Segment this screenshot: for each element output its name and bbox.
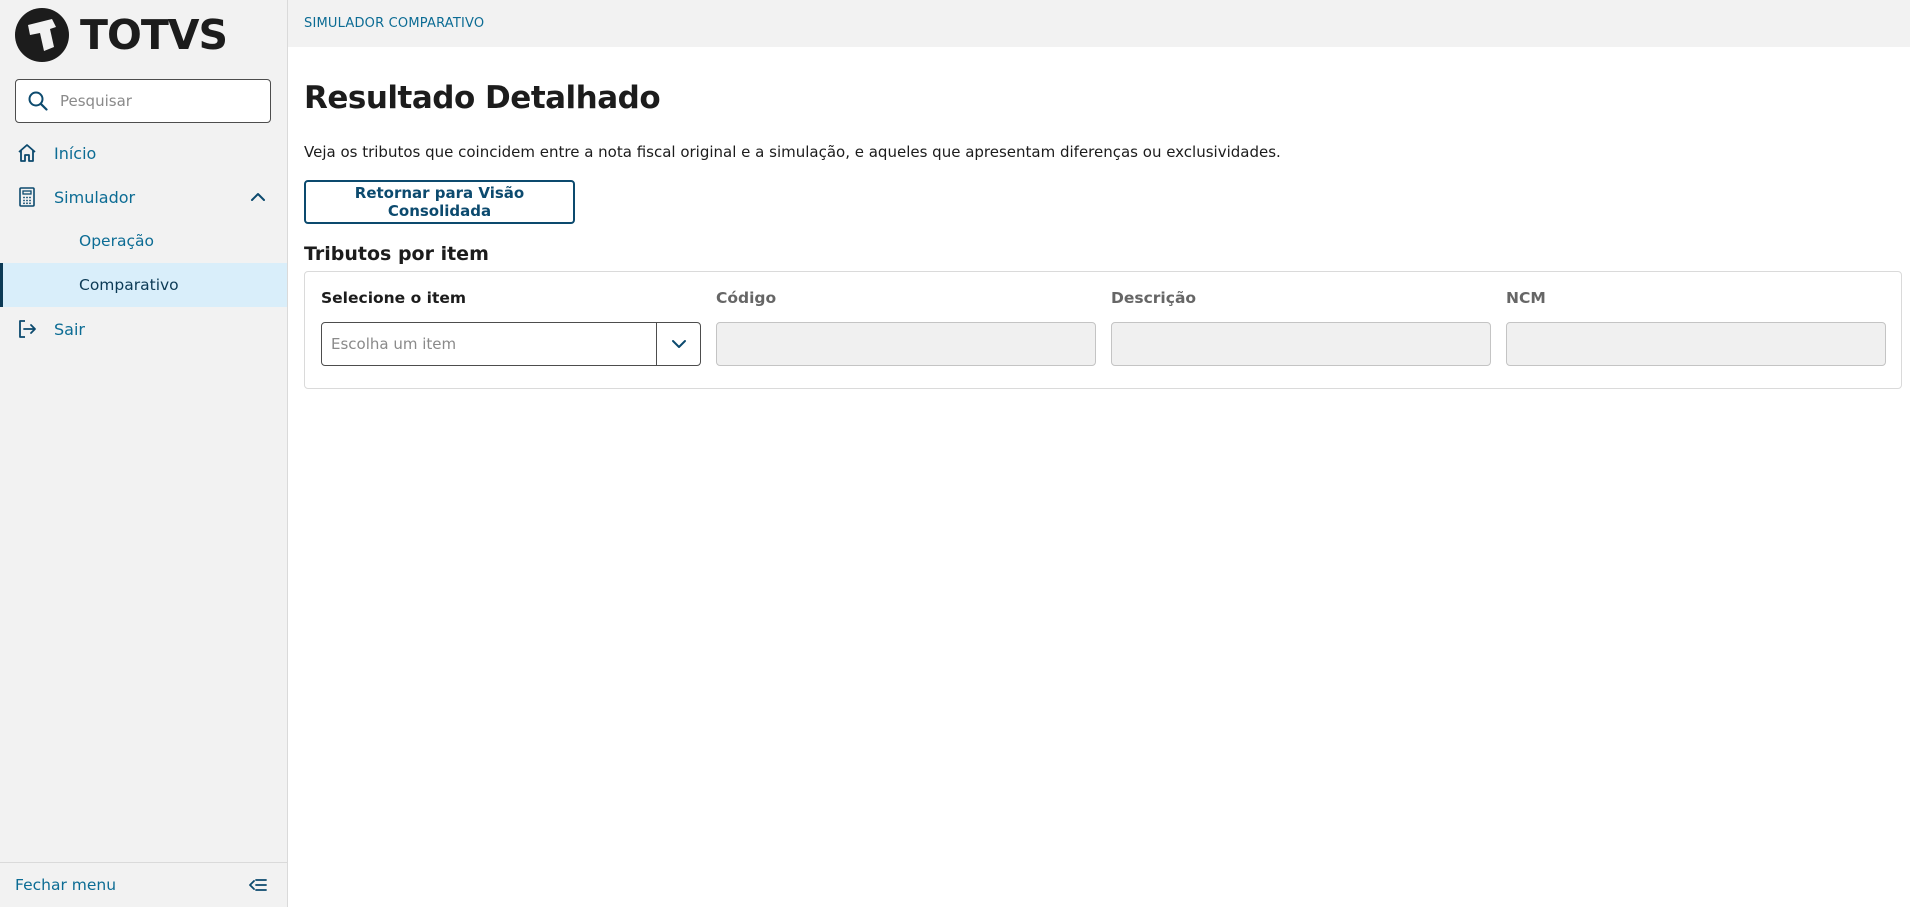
collapse-menu-icon [249,879,267,891]
close-menu-label: Fechar menu [15,876,117,894]
home-icon [16,142,38,164]
totvs-logo-icon [15,8,69,62]
sidebar-item-label: Sair [54,319,85,339]
chevron-down-icon [671,340,686,348]
item-select-toggle[interactable] [656,323,700,365]
ncm-input [1506,322,1886,366]
sidebar-item-operacao[interactable]: Operação [0,219,287,263]
ncm-field: NCM [1506,289,1886,366]
calculator-icon [16,186,38,208]
back-to-consolidated-button[interactable]: Retornar para Visão Consolidada [304,180,575,224]
item-tax-panel: Selecione o item Escolha um item Código … [304,271,1902,389]
sidebar-item-label: Operação [79,232,154,250]
breadcrumb[interactable]: SIMULADOR COMPARATIVO [304,16,484,31]
code-label: Código [716,289,777,307]
chevron-up-icon[interactable] [249,188,267,206]
sidebar-item-inicio[interactable]: Início [0,131,287,175]
code-field: Código [716,289,1096,366]
sidebar-item-label: Simulador [54,187,136,207]
description-label: Descrição [1111,289,1197,307]
search-input[interactable] [60,92,250,110]
description-field: Descrição [1111,289,1491,366]
page-title: Resultado Detalhado [304,80,661,116]
ncm-label: NCM [1506,289,1546,307]
sidebar-item-label: Início [54,143,97,163]
item-select[interactable]: Escolha um item [321,322,701,366]
description-input [1111,322,1491,366]
totvs-logo[interactable]: TOTVS [14,7,228,63]
section-title: Tributos por item [304,243,489,265]
code-input [716,322,1096,366]
page-description: Veja os tributos que coincidem entre a n… [304,143,1281,161]
search-box[interactable] [15,79,271,123]
search-icon [28,91,48,111]
item-select-field: Selecione o item Escolha um item [321,289,701,366]
close-menu-button[interactable]: Fechar menu [0,862,287,907]
item-select-label: Selecione o item [321,289,467,307]
sidebar-item-comparativo[interactable]: Comparativo [0,263,287,307]
breadcrumb-bar: SIMULADOR COMPARATIVO [288,0,1910,47]
sidebar: TOTVS Início Simulador Operação Comparat… [0,0,288,907]
logout-icon [16,318,38,340]
sidebar-item-label: Comparativo [79,276,179,294]
sidebar-item-simulador[interactable]: Simulador [0,175,287,219]
logo-text: TOTVS [80,10,228,59]
item-select-placeholder: Escolha um item [331,335,457,353]
sidebar-item-sair[interactable]: Sair [0,307,287,351]
